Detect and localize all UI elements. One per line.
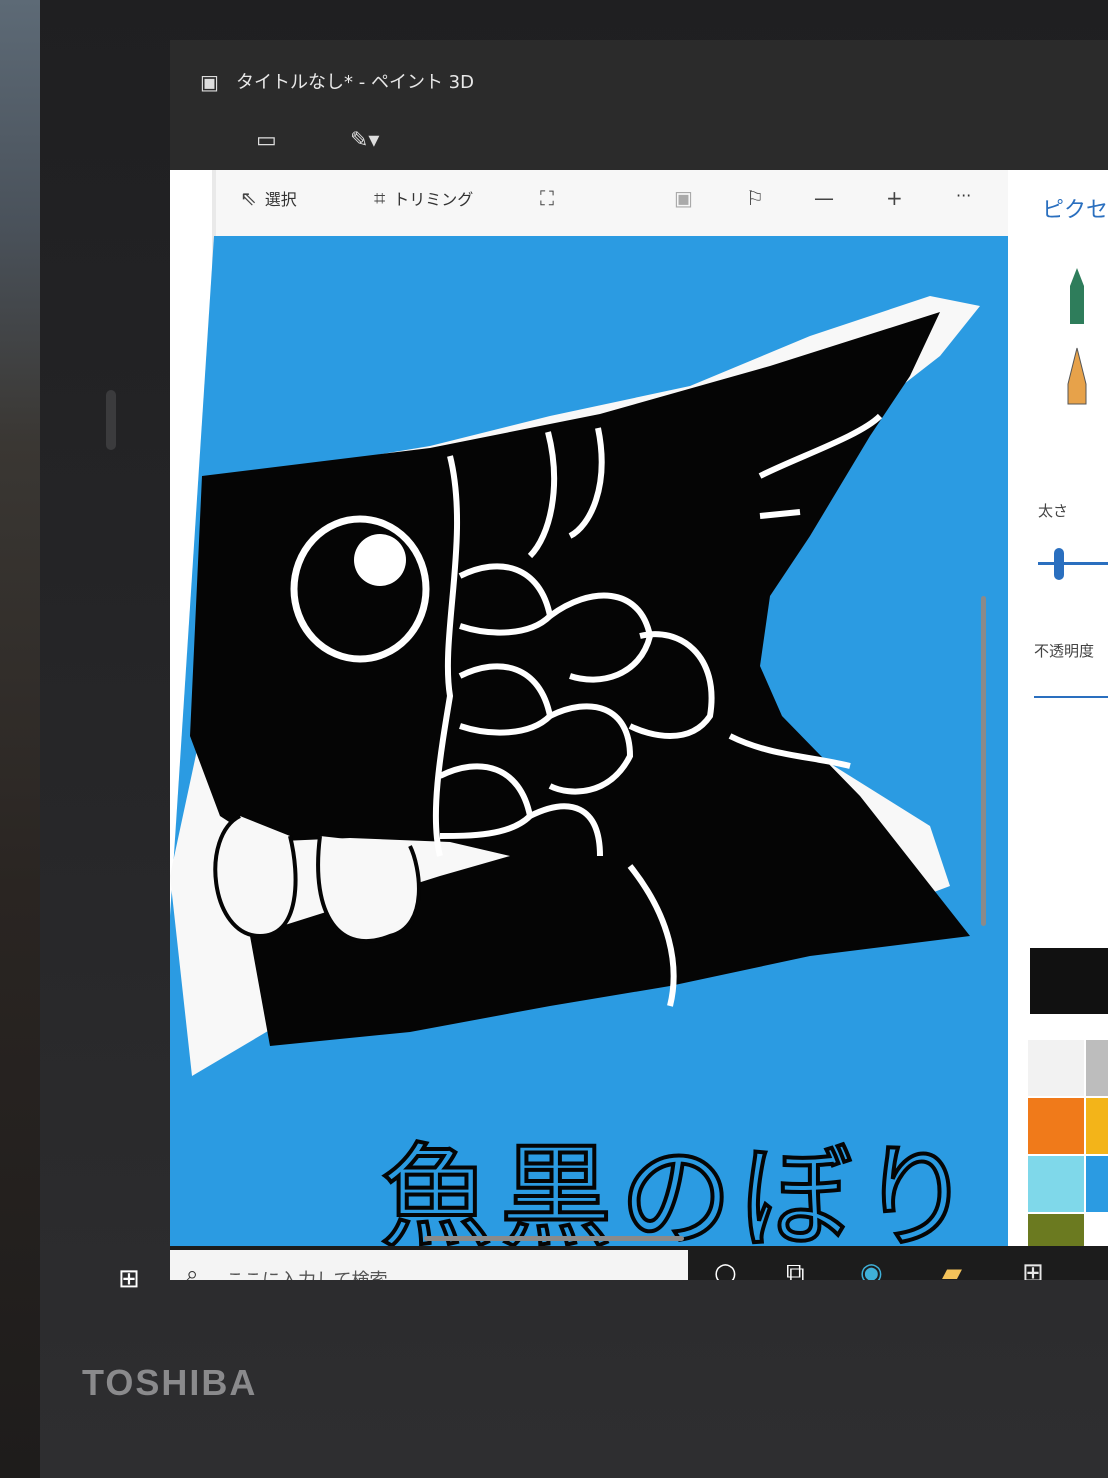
taskbar: ⌕ ここに入力して検索 ○ ⧉ ◉ ▰ ⊞ [170, 1246, 1108, 1280]
folder-icon[interactable]: ▭ [256, 128, 277, 153]
palette-swatch[interactable] [1028, 1156, 1084, 1212]
opacity-label: 不透明度 [1034, 642, 1095, 660]
mouth-lobe [213, 814, 298, 939]
palette-swatch[interactable] [1028, 1098, 1084, 1154]
mouth-lobe [316, 835, 421, 943]
cursor-icon: ⇖ [240, 186, 257, 210]
3d-view-icon[interactable]: ▣ [674, 186, 693, 210]
size-slider-thumb[interactable] [1054, 548, 1064, 580]
selected-color-swatch[interactable] [1030, 948, 1108, 1014]
windows-start-icon[interactable]: ⊞ [118, 1264, 140, 1294]
handwritten-caption: 魚黒のぼり [380, 1133, 980, 1246]
select-tool-button[interactable]: ⇖ 選択 [240, 186, 297, 210]
palette-swatch[interactable] [1086, 1040, 1108, 1096]
zoom-out-icon[interactable]: — [814, 186, 834, 210]
file-explorer-icon[interactable]: ▰ [942, 1258, 962, 1280]
cortana-icon[interactable]: ○ [714, 1258, 737, 1280]
window-title: タイトルなし* - ペイント 3D [236, 72, 474, 93]
select-label: 選択 [264, 190, 297, 209]
taskbar-search-box[interactable]: ⌕ ここに入力して検索 [170, 1250, 688, 1280]
screen: ▣ タイトルなし* - ペイント 3D ▭ ✎▾ ⇖ 選択 ⌗ トリミング ⛶ … [170, 40, 1108, 1280]
horizontal-scrollbar[interactable] [424, 1236, 684, 1241]
flag-icon[interactable]: ⚐ [746, 186, 764, 210]
menu-bar: ▭ ✎▾ [170, 120, 1108, 170]
task-view-icon[interactable]: ⧉ [786, 1258, 805, 1280]
palette-swatch[interactable] [1028, 1040, 1084, 1096]
palette-swatch[interactable] [1086, 1156, 1108, 1212]
size-label: 太さ [1038, 502, 1069, 520]
crop-tool-button[interactable]: ⌗ トリミング [374, 186, 473, 210]
brush-side-panel: ピクセ 太さ 不透明度 [1008, 170, 1108, 1280]
palette-swatch[interactable] [1086, 1098, 1108, 1154]
brush-menu-icon[interactable]: ✎▾ [350, 128, 379, 153]
zoom-in-icon[interactable]: + [886, 186, 903, 210]
more-button[interactable]: ··· [956, 186, 971, 205]
pencil-icon[interactable] [1060, 346, 1094, 406]
opacity-slider[interactable] [1034, 696, 1108, 698]
crop-label: トリミング [393, 190, 474, 209]
fish-eye-outline [290, 515, 430, 663]
edge-icon[interactable]: ◉ [860, 1258, 883, 1280]
search-placeholder: ここに入力して検索 [226, 1266, 387, 1280]
fish-eye-highlight [354, 534, 406, 586]
canvas-toolbar: ⇖ 選択 ⌗ トリミング ⛶ ▣ ⚐ — + ··· [216, 170, 1008, 236]
laptop-brand-logo: TOSHIBA [82, 1362, 258, 1403]
panel-title: ピクセ [1042, 198, 1108, 223]
webcam [106, 390, 116, 450]
marker-icon[interactable] [1060, 266, 1094, 326]
size-slider-track[interactable] [1038, 562, 1108, 565]
crop-icon: ⌗ [374, 186, 386, 210]
search-icon: ⌕ [186, 1262, 199, 1280]
tail-line [759, 509, 801, 519]
magic-select-icon[interactable]: ⛶ [540, 186, 554, 210]
title-bar: ▣ タイトルなし* - ペイント 3D [170, 40, 1108, 120]
drawing-canvas[interactable]: 魚黒のぼり [170, 236, 1008, 1246]
vertical-scrollbar[interactable] [981, 596, 986, 926]
store-icon[interactable]: ⊞ [1022, 1258, 1044, 1280]
paint3d-app-icon: ▣ [200, 70, 219, 94]
